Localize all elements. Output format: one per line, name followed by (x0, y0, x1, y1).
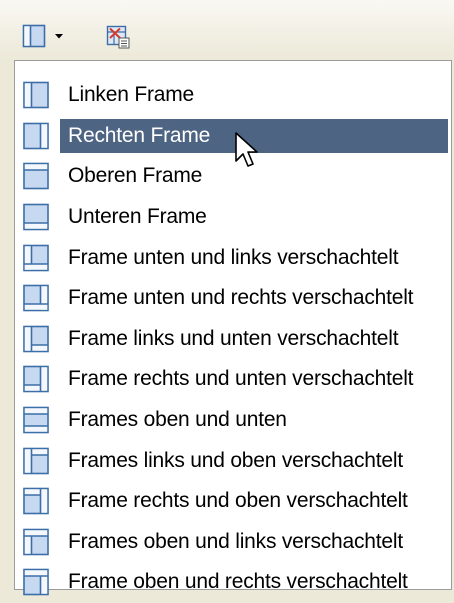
menu-item-label: Frames oben und unten (68, 408, 287, 432)
frame-left-bottom-nested-icon (23, 325, 49, 353)
chevron-down-icon[interactable] (55, 33, 63, 39)
menu-item-oben-rechts[interactable]: Frame oben und rechts verschachtelt (15, 562, 451, 603)
menu-item-label: Frames oben und links verschachtelt (68, 529, 403, 553)
menu-item-rechten-frame[interactable]: Rechten Frame (15, 116, 451, 157)
menu-item-unten-rechts[interactable]: Frame unten und rechts verschachtelt (15, 278, 451, 319)
frame-bottom-right-nested-icon (23, 284, 49, 312)
menu-item-label: Linken Frame (68, 83, 194, 107)
frame-right-top-nested-icon (23, 487, 49, 515)
menu-item-label: Frame unten und links verschachtelt (68, 245, 399, 269)
menu-item-links-unten[interactable]: Frame links und unten verschachtelt (15, 319, 451, 360)
frames-dropdown-button[interactable] (22, 20, 72, 52)
menu-item-linken-frame[interactable]: Linken Frame (15, 75, 451, 116)
menu-item-label: Frame rechts und oben verschachtelt (68, 489, 408, 513)
menu-item-unteren-frame[interactable]: Unteren Frame (15, 197, 451, 238)
menu-item-rechts-oben[interactable]: Frame rechts und oben verschachtelt (15, 481, 451, 522)
menu-item-oberen-frame[interactable]: Oberen Frame (15, 156, 451, 197)
frame-properties-icon[interactable] (106, 25, 130, 49)
frame-right-bottom-nested-icon (23, 366, 49, 393)
menu-item-links-oben[interactable]: Frames links und oben verschachtelt (15, 440, 451, 481)
frames-top-bottom-icon (23, 406, 49, 434)
frame-right-icon (23, 122, 49, 150)
menu-item-oben-links[interactable]: Frames oben und links verschachtelt (15, 522, 451, 563)
toolbar (0, 0, 454, 60)
menu-item-label: Frame rechts und unten verschachtelt (68, 367, 414, 391)
frame-bottom-left-nested-icon (23, 244, 49, 271)
menu-item-rechts-unten[interactable]: Frame rechts und unten verschachtelt (15, 359, 451, 400)
frame-layout-icon (22, 24, 46, 48)
menu-item-oben-unten[interactable]: Frames oben und unten (15, 400, 451, 441)
menu-item-label: Oberen Frame (68, 164, 203, 188)
menu-item-label: Frames links und oben verschachtelt (68, 448, 403, 472)
frame-bottom-icon (23, 203, 49, 231)
frame-top-icon (23, 163, 49, 190)
frame-left-icon (23, 81, 49, 109)
frames-dropdown-menu: Linken Frame Rechten Frame Oberen Frame … (14, 60, 452, 596)
menu-item-label: Frame links und unten verschachtelt (68, 326, 399, 350)
menu-item-unten-links[interactable]: Frame unten und links verschachtelt (15, 237, 451, 278)
frames-top-left-nested-icon (23, 528, 49, 556)
menu-item-label: Frame unten und rechts verschachtelt (68, 286, 414, 310)
menu-item-label: Unteren Frame (68, 205, 207, 229)
frame-top-right-nested-icon (23, 569, 49, 596)
menu-item-label: Rechten Frame (68, 123, 211, 147)
frames-left-top-nested-icon (23, 447, 49, 474)
